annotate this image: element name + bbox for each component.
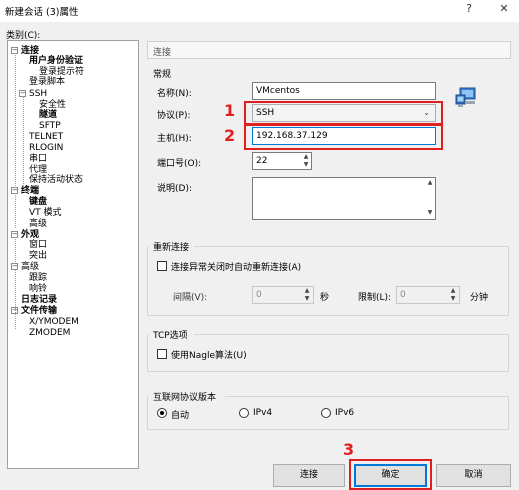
tree-item-2[interactable]: 登录提示符 — [39, 67, 84, 77]
radio-ipv4-label: IPv4 — [253, 408, 273, 418]
port-label: 端口号(O): — [157, 159, 202, 169]
tree-item-10[interactable]: 串口 — [29, 154, 47, 164]
connect-button[interactable]: 连接 — [273, 464, 345, 487]
name-input[interactable]: VMcentos — [252, 82, 436, 100]
radio-ipv4[interactable] — [239, 408, 249, 418]
tree-item-17[interactable]: 外观 — [21, 230, 39, 240]
tree-guide-line — [15, 237, 16, 262]
tree-item-21[interactable]: 跟踪 — [29, 273, 47, 283]
tree-item-20[interactable]: 高级 — [21, 262, 39, 272]
tree-item-24[interactable]: 文件传输 — [21, 306, 57, 316]
tree-item-16[interactable]: 高级 — [29, 219, 47, 229]
reconnect-checkbox[interactable] — [157, 261, 167, 271]
radio-ipv6[interactable] — [321, 408, 331, 418]
panel-header — [147, 41, 511, 59]
help-button[interactable]: ? — [458, 2, 480, 19]
tree-item-15[interactable]: VT 模式 — [29, 208, 62, 218]
limit-spin-up[interactable]: ▲ — [448, 287, 458, 295]
tree-item-18[interactable]: 窗口 — [29, 240, 47, 250]
tree-item-9[interactable]: RLOGIN — [29, 143, 63, 153]
interval-spin-down[interactable]: ▼ — [302, 295, 312, 303]
description-label: 说明(D): — [157, 184, 192, 194]
ok-button[interactable]: 确定 — [354, 464, 427, 487]
tree-item-14[interactable]: 键盘 — [29, 197, 47, 207]
annotation-box-host — [244, 124, 443, 150]
general-section-title: 常规 — [153, 70, 172, 80]
annotation-number-2: 2 — [224, 126, 236, 145]
radio-auto-label: 自动 — [171, 411, 190, 421]
tree-item-23[interactable]: 日志记录 — [21, 295, 57, 305]
cancel-button[interactable]: 取消 — [436, 464, 511, 487]
tree-guide-line — [23, 96, 24, 186]
port-spin-up[interactable]: ▲ — [301, 153, 311, 161]
tree-guide-line — [15, 269, 16, 329]
tree-item-13[interactable]: 终端 — [21, 186, 39, 196]
limit-unit: 分钟 — [470, 293, 489, 303]
tree-item-3[interactable]: 登录脚本 — [29, 77, 65, 87]
tree-item-5[interactable]: 安全性 — [39, 100, 66, 110]
tree-item-0[interactable]: 连接 — [21, 46, 39, 56]
tree-item-4[interactable]: SSH — [29, 89, 47, 99]
annotation-box-protocol — [244, 101, 443, 125]
radio-ipv6-label: IPv6 — [335, 408, 355, 418]
interval-spin-up[interactable]: ▲ — [302, 287, 312, 295]
tree-item-22[interactable]: 响铃 — [29, 284, 47, 294]
tree-item-8[interactable]: TELNET — [29, 132, 63, 142]
limit-spin-down[interactable]: ▼ — [448, 295, 458, 303]
category-tree[interactable]: 连接 用户身份验证 登录提示符 登录脚本 SSH 安全性 隧道 SFTP TELNET RLOGI… — [7, 40, 139, 469]
tree-item-12[interactable]: 保持活动状态 — [29, 175, 83, 185]
protocol-label: 协议(P): — [157, 111, 191, 121]
interval-unit: 秒 — [320, 293, 330, 303]
description-scroll-up[interactable]: ▲ — [425, 178, 435, 188]
window-title: 新建会话 (3)属性 — [5, 7, 79, 18]
nagle-checkbox-label: 使用Nagle算法(U) — [171, 351, 247, 361]
name-label: 名称(N): — [157, 89, 192, 99]
panel-header-title: 连接 — [153, 48, 172, 58]
computer-icon — [455, 86, 477, 108]
annotation-number-1: 1 — [224, 101, 236, 120]
tree-item-1[interactable]: 用户身份验证 — [29, 56, 83, 66]
radio-auto[interactable] — [157, 408, 167, 418]
reconnect-group — [147, 246, 509, 316]
nagle-checkbox[interactable] — [157, 349, 167, 359]
tree-item-11[interactable]: 代理 — [29, 165, 47, 175]
close-button[interactable]: ✕ — [493, 2, 515, 19]
port-spin-down[interactable]: ▼ — [301, 161, 311, 169]
tree-item-6[interactable]: 隧道 — [39, 110, 57, 120]
reconnect-checkbox-label: 连接异常关闭时自动重新连接(A) — [171, 263, 302, 273]
tree-item-25[interactable]: X/YMODEM — [29, 317, 79, 327]
limit-label: 限制(L): — [358, 293, 392, 303]
interval-label: 间隔(V): — [173, 293, 208, 303]
description-scroll-down[interactable]: ▼ — [425, 208, 435, 218]
tree-item-7[interactable]: SFTP — [39, 121, 61, 131]
annotation-number-3: 3 — [343, 440, 355, 459]
tree-item-26[interactable]: ZMODEM — [29, 328, 70, 338]
tree-guide-line — [15, 193, 16, 228]
tree-item-19[interactable]: 突出 — [29, 251, 47, 261]
tree-guide-line — [15, 53, 16, 188]
description-input[interactable] — [252, 177, 436, 220]
host-label: 主机(H): — [157, 134, 192, 144]
